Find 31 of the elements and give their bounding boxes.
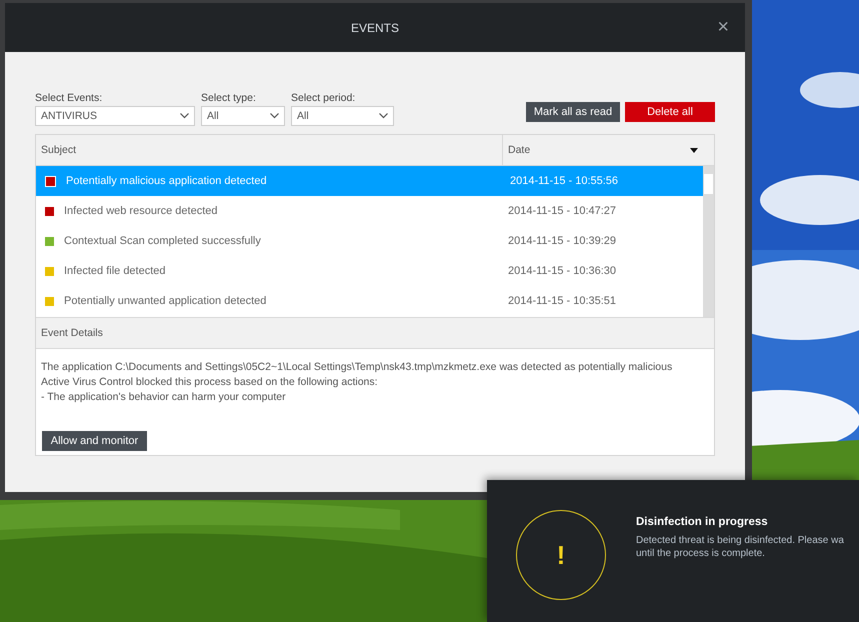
scrollbar-thumb[interactable] [704,174,713,194]
filter-label: Select type: [201,92,257,104]
detail-text: The application C:\Documents and Settings\05C2~1\Local Settings\Temp\nsk43.tmp\mzkmetz.exe was detected as potentially malicious [41,360,674,375]
notification-text: until the process is complete. [636,547,766,560]
event-row[interactable]: Contextual Scan completed successfully 2014-11-15 - 10:39:29 [36,226,703,256]
filter-label: Select Events: [35,92,104,104]
notification-title: Disinfection in progress [636,516,769,528]
detail-text: Active Virus Control blocked this process based on the following actions: [41,375,379,390]
dropdown[interactable]: ANTIVIRUS [35,106,195,126]
window-title: EVENTS [350,20,399,34]
event-row[interactable]: Infected web resource detected 2014-11-15 - 10:47:27 [36,196,703,226]
detail-text: - The application's behavior can harm your computer [41,390,287,405]
event-row[interactable]: Potentially unwanted application detected 2014-11-15 - 10:35:51 [36,286,703,316]
warning-icon: ! [516,510,606,600]
filter-label: Select period: [291,92,356,104]
chevron-down-icon [270,113,279,119]
close-button[interactable]: × [717,17,729,37]
action-button[interactable]: Mark all as read [526,102,620,122]
allow-button[interactable]: Allow and monitor [42,431,147,451]
chevron-down-icon [379,113,388,119]
action-button[interactable]: Delete all [625,102,715,122]
event-row[interactable]: Infected file detected 2014-11-15 - 10:36:30 [36,256,703,286]
scrollbar[interactable] [703,166,714,317]
dropdown[interactable]: All [201,106,285,126]
chevron-down-icon [180,113,189,119]
section-header: Event Details [36,317,714,349]
sort-down-icon [690,148,698,152]
dropdown[interactable]: All [291,106,394,126]
notification-text: Detected threat is being disinfected. Please wa [636,534,844,547]
column-header[interactable]: Date [503,135,703,165]
column-header[interactable]: Subject [36,135,503,165]
